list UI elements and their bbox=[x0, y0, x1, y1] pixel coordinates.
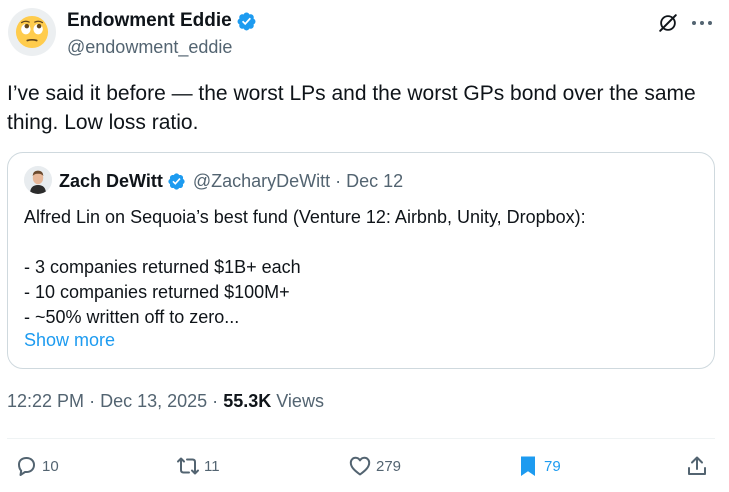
tweet-meta: 12:22 PM · Dec 13, 2025 · 55.3K Views bbox=[7, 391, 324, 412]
verified-badge-icon bbox=[168, 173, 185, 190]
bookmark-filled-icon bbox=[521, 456, 535, 476]
person-avatar-icon bbox=[24, 166, 52, 194]
quoted-tweet-card[interactable]: Zach DeWitt @ZacharyDeWitt · Dec 12 Alfr… bbox=[7, 152, 715, 369]
quoted-author-handle: @ZacharyDeWitt bbox=[192, 171, 331, 191]
reply-count: 10 bbox=[42, 457, 59, 475]
separator-dot: · bbox=[335, 171, 342, 191]
tweet-time[interactable]: 12:22 PM bbox=[7, 391, 84, 411]
share-button[interactable] bbox=[685, 454, 709, 478]
grok-icon[interactable] bbox=[657, 12, 679, 34]
verified-badge-icon[interactable] bbox=[236, 11, 257, 32]
separator-dot: · bbox=[212, 391, 219, 411]
views-count[interactable]: 55.3K bbox=[223, 391, 271, 411]
author-handle[interactable]: @endowment_eddie bbox=[67, 37, 232, 58]
quoted-text-line: - ~50% written off to zero... bbox=[24, 307, 240, 327]
quoted-text-blank-line bbox=[24, 230, 704, 255]
quoted-tweet-header: Zach DeWitt @ZacharyDeWitt · Dec 12 bbox=[59, 171, 403, 192]
author-name[interactable]: Endowment Eddie bbox=[67, 10, 232, 32]
reply-button[interactable]: 10 bbox=[14, 454, 59, 478]
quoted-tweet-date: Dec 12 bbox=[346, 171, 404, 191]
quoted-text-line: - 3 companies returned $1B+ each bbox=[24, 257, 301, 277]
author-name-row: Endowment Eddie bbox=[67, 10, 257, 32]
retweet-count: 11 bbox=[204, 457, 220, 475]
heart-icon bbox=[349, 456, 371, 476]
quoted-author-avatar bbox=[24, 166, 52, 194]
bookmark-count: 79 bbox=[544, 457, 561, 475]
divider bbox=[7, 438, 715, 439]
face-with-rolling-eyes-emoji-icon bbox=[15, 15, 49, 49]
show-more-link[interactable]: Show more bbox=[24, 330, 115, 351]
like-button[interactable]: 279 bbox=[348, 454, 401, 478]
views-label: Views bbox=[276, 391, 324, 411]
author-avatar[interactable] bbox=[8, 8, 56, 56]
tweet-text: I’ve said it before — the worst LPs and … bbox=[7, 82, 696, 134]
more-options-icon[interactable] bbox=[690, 14, 714, 32]
like-count: 279 bbox=[376, 457, 402, 475]
reply-icon bbox=[18, 457, 35, 476]
retweet-icon bbox=[177, 457, 199, 475]
quoted-text-line: - 10 companies returned $100M+ bbox=[24, 282, 290, 302]
separator-dot: · bbox=[89, 391, 96, 411]
bookmark-button[interactable]: 79 bbox=[516, 454, 561, 478]
quoted-tweet-text: Alfred Lin on Sequoia’s best fund (Ventu… bbox=[24, 205, 704, 330]
quoted-text-line: Alfred Lin on Sequoia’s best fund (Ventu… bbox=[24, 207, 586, 227]
quoted-author-name: Zach DeWitt bbox=[59, 171, 163, 191]
retweet-button[interactable]: 11 bbox=[176, 454, 220, 478]
tweet-date[interactable]: Dec 13, 2025 bbox=[100, 391, 207, 411]
share-icon bbox=[688, 456, 706, 475]
